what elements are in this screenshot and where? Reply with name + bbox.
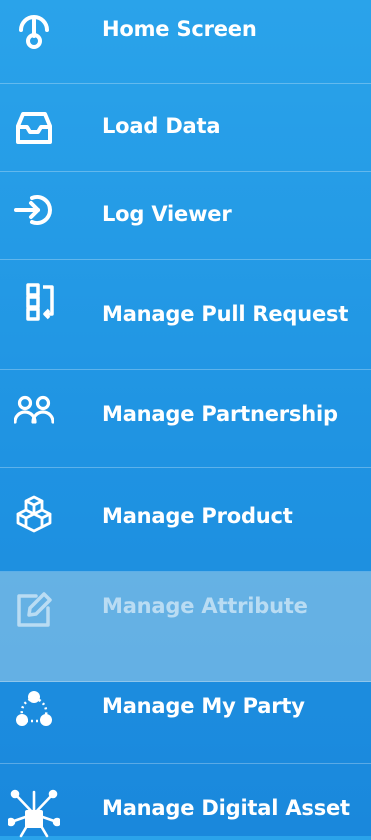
- home-icon: [14, 10, 54, 50]
- nav-item-load-data[interactable]: Load Data: [0, 84, 371, 172]
- party-icon: [14, 688, 54, 728]
- nav-item-manage-product[interactable]: Manage Product: [0, 468, 371, 572]
- network-icon: [8, 788, 60, 840]
- nav-item-manage-pull-request[interactable]: Manage Pull Request: [0, 260, 371, 370]
- nav-item-label: Load Data: [102, 114, 221, 138]
- nav-item-label: Manage My Party: [102, 694, 305, 718]
- sidebar-nav: Home Screen Load Data Log Viewer Manage …: [0, 0, 371, 838]
- nav-item-manage-digital-asset[interactable]: Manage Digital Asset: [0, 764, 371, 838]
- partners-icon: [14, 392, 54, 432]
- nav-item-manage-partnership[interactable]: Manage Partnership: [0, 370, 371, 468]
- nav-item-label: Manage Attribute: [102, 594, 308, 618]
- boxes-icon: [14, 494, 54, 534]
- nav-item-manage-attribute[interactable]: Manage Attribute: [0, 572, 371, 682]
- nav-item-label: Log Viewer: [102, 202, 232, 226]
- nav-item-label: Manage Product: [102, 504, 293, 528]
- edit-icon: [14, 590, 54, 630]
- nav-item-log-viewer[interactable]: Log Viewer: [0, 172, 371, 260]
- nav-item-label: Manage Partnership: [102, 402, 338, 426]
- nav-item-manage-my-party[interactable]: Manage My Party: [0, 682, 371, 764]
- nav-item-label: Home Screen: [102, 17, 257, 41]
- login-icon: [14, 190, 54, 230]
- inbox-icon: [14, 108, 54, 148]
- nav-item-label: Manage Pull Request: [102, 302, 349, 326]
- nav-item-home-screen[interactable]: Home Screen: [0, 0, 371, 84]
- nav-item-label: Manage Digital Asset: [102, 796, 350, 820]
- pull-request-icon: [22, 282, 62, 322]
